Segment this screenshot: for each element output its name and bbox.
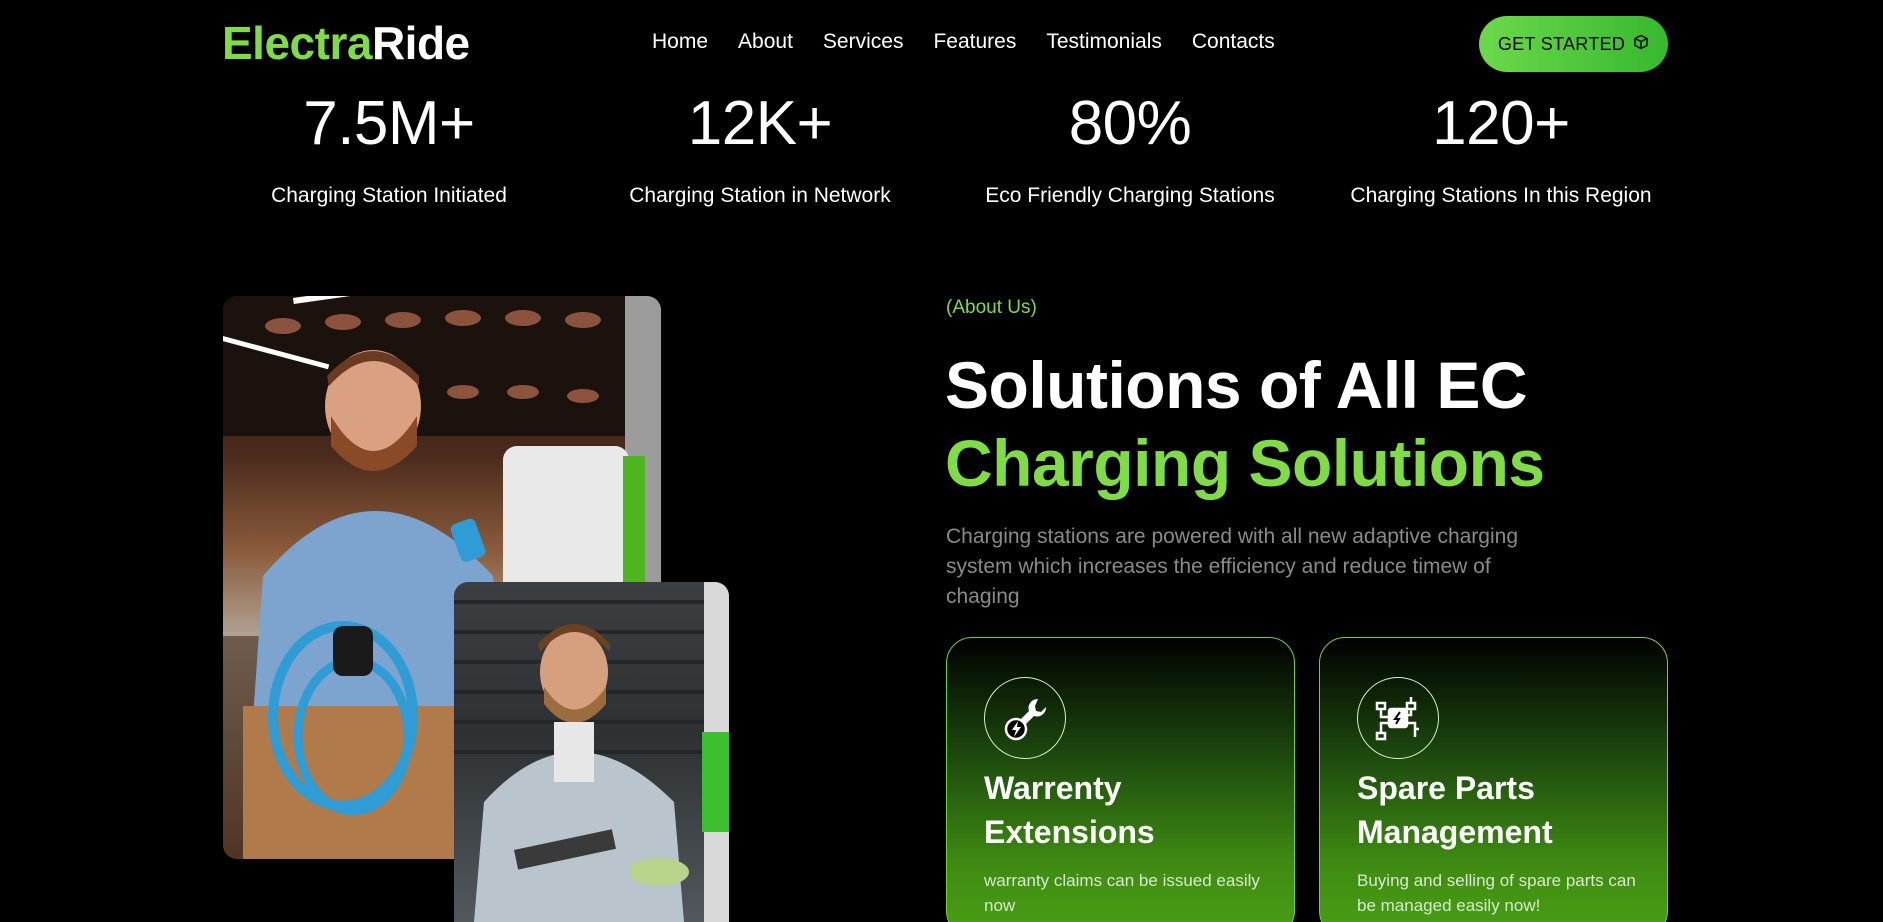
nav-about[interactable]: About [738,30,793,54]
card-text: warranty claims can be issued easily now [984,871,1260,915]
card-title: Warrenty Extensions [984,770,1155,850]
section-description: Charging stations are powered with all n… [946,525,1519,608]
stat-label: Charging Station in Network [629,184,891,207]
nav-contacts[interactable]: Contacts [1192,30,1275,54]
nav-testimonials[interactable]: Testimonials [1046,30,1162,54]
stat-item: 12K+ Charging Station in Network [590,88,930,208]
header: ElectraRide Home About Services Features… [0,0,1883,88]
get-started-button[interactable]: GET STARTED [1479,16,1668,72]
stat-value: 80% [1068,89,1192,158]
get-started-label: GET STARTED [1497,33,1626,54]
logo-part-1: Electra [222,17,372,69]
stat-label: Charging Station Initiated [271,184,507,207]
heading-line-2: Charging Solutions [945,426,1545,500]
photo-man-at-charging-station [454,582,729,922]
service-card-warranty[interactable]: Warrenty Extensions warranty claims can … [946,637,1295,922]
card-title: Spare Parts Management [1357,770,1553,850]
logo[interactable]: ElectraRide [222,16,470,70]
stat-value: 120+ [1432,89,1570,158]
stat-value: 12K+ [687,89,833,158]
section-heading: Solutions of All EC Charging Solutions [945,346,1545,502]
nav-services[interactable]: Services [823,30,904,54]
nav-home[interactable]: Home [652,30,708,54]
stat-label: Charging Stations In this Region [1350,184,1652,207]
stat-item: 7.5M+ Charging Station Initiated [219,88,559,208]
wrench-bolt-icon [984,677,1066,759]
logo-part-2: Ride [371,17,470,69]
main-nav: Home About Services Features Testimonial… [652,30,1275,54]
stat-item: 80% Eco Friendly Charging Stations [960,88,1300,208]
service-card-spare-parts[interactable]: Spare Parts Management Buying and sellin… [1319,637,1668,922]
section-eyebrow: (About Us) [946,297,1037,318]
stat-value: 7.5M+ [303,89,475,158]
plug-parts-icon [1357,677,1439,759]
card-text: Buying and selling of spare parts can be… [1357,871,1636,915]
stat-label: Eco Friendly Charging Stations [985,184,1275,207]
heading-line-1: Solutions of All EC [945,348,1528,422]
nav-features[interactable]: Features [933,30,1016,54]
cube-icon [1633,34,1649,55]
stat-item: 120+ Charging Stations In this Region [1331,88,1671,208]
